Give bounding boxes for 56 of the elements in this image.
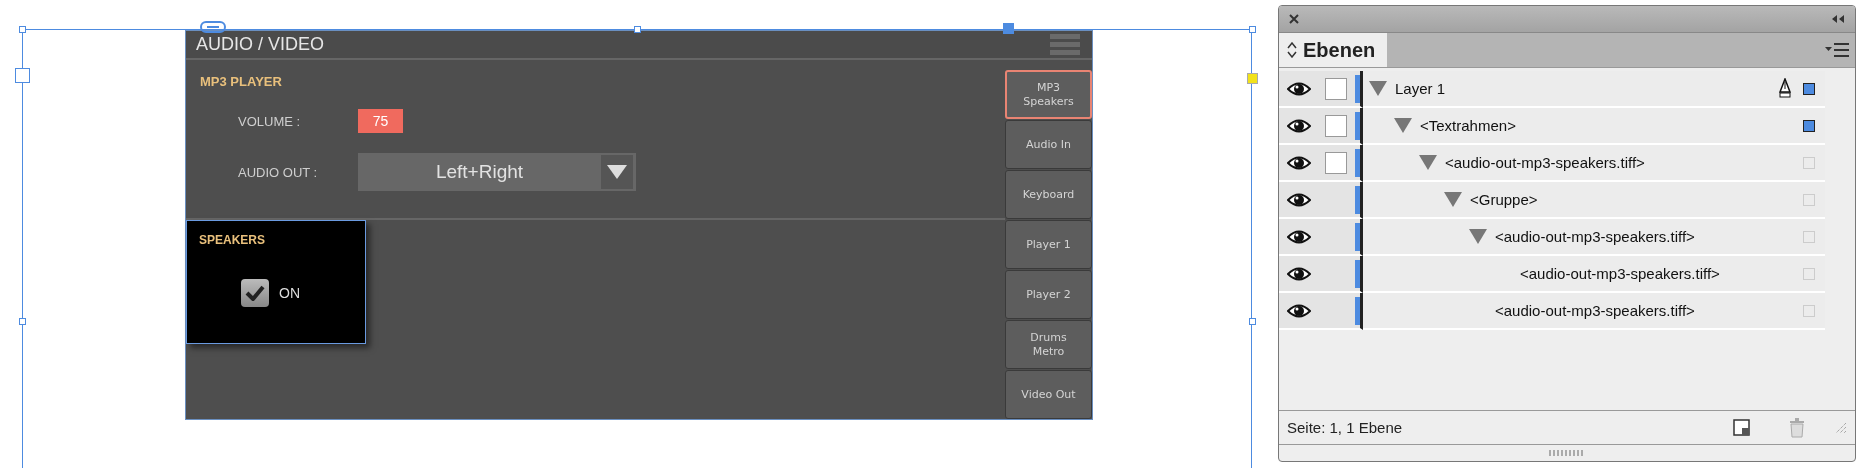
lock-toggle[interactable] <box>1325 151 1347 174</box>
audio-out-label: AUDIO OUT : <box>238 164 319 180</box>
layer-name[interactable]: <audio-out-mp3-speakers.tiff> <box>1495 228 1695 245</box>
panel-tab[interactable]: Ebenen <box>1279 33 1388 67</box>
layer-color-bar <box>1355 74 1360 103</box>
close-icon[interactable] <box>1289 14 1299 24</box>
side-tab[interactable]: Audio In <box>1005 120 1092 169</box>
layer-color-bar <box>1355 222 1360 251</box>
volume-label: VOLUME : <box>238 113 302 129</box>
layer-color-bar <box>1355 259 1360 288</box>
selection-handle[interactable] <box>1249 318 1256 325</box>
section-title: MP3 PLAYER <box>200 74 283 89</box>
panel-menu-icon[interactable] <box>1825 43 1849 57</box>
panel-title: SPEAKERS <box>199 233 267 247</box>
pen-icon <box>1777 77 1793 100</box>
selection-square[interactable] <box>1803 82 1815 95</box>
new-layer-icon[interactable] <box>1733 418 1751 437</box>
trash-icon[interactable] <box>1789 417 1805 438</box>
side-tab[interactable]: MP3 Speakers <box>1005 70 1092 119</box>
checkbox-label: ON <box>279 285 300 301</box>
layer-name[interactable]: <audio-out-mp3-speakers.tiff> <box>1445 154 1645 171</box>
checkbox[interactable] <box>241 279 269 307</box>
side-tab[interactable]: Drums Metro <box>1005 320 1092 369</box>
side-tab[interactable]: Player 2 <box>1005 270 1092 319</box>
dropdown-arrow-icon <box>607 165 627 179</box>
content-grabber-handle[interactable] <box>1003 23 1014 34</box>
side-tab[interactable]: Player 1 <box>1005 220 1092 269</box>
collapse-icon[interactable] <box>1831 14 1845 24</box>
layer-name[interactable]: <Gruppe> <box>1470 191 1538 208</box>
lock-toggle[interactable] <box>1325 77 1347 100</box>
layer-color-bar <box>1355 296 1360 325</box>
layer-color-bar <box>1355 111 1360 140</box>
volume-value[interactable]: 75 <box>358 109 403 133</box>
grip-icon[interactable] <box>1549 450 1585 456</box>
side-tab[interactable]: Keyboard <box>1005 170 1092 219</box>
layer-name[interactable]: <audio-out-mp3-speakers.tiff> <box>1495 302 1695 319</box>
corner-handle[interactable] <box>1247 73 1258 84</box>
selection-handle[interactable] <box>634 26 641 33</box>
screen-title: AUDIO / VIDEO <box>196 34 325 55</box>
layer-name[interactable]: <audio-out-mp3-speakers.tiff> <box>1520 265 1720 282</box>
out-port-handle[interactable] <box>15 68 30 83</box>
layer-name[interactable]: <Textrahmen> <box>1420 117 1516 134</box>
layer-name[interactable]: Layer 1 <box>1395 80 1446 97</box>
lock-toggle[interactable] <box>1325 114 1347 137</box>
layer-color-bar <box>1355 185 1360 214</box>
resize-grip-icon[interactable] <box>1835 421 1847 434</box>
selection-handle[interactable] <box>1249 26 1256 33</box>
layer-color-bar <box>1355 148 1360 177</box>
audio-out-dropdown[interactable]: Left+Right <box>358 153 636 191</box>
side-tab[interactable]: Video Out <box>1005 370 1092 419</box>
status-text: Seite: 1, 1 Ebene <box>1287 419 1404 436</box>
selection-handle[interactable] <box>19 26 26 33</box>
selection-handle[interactable] <box>19 318 26 325</box>
sort-arrows-icon <box>1287 42 1297 58</box>
selection-square[interactable] <box>1803 119 1815 132</box>
link-icon <box>200 21 226 33</box>
